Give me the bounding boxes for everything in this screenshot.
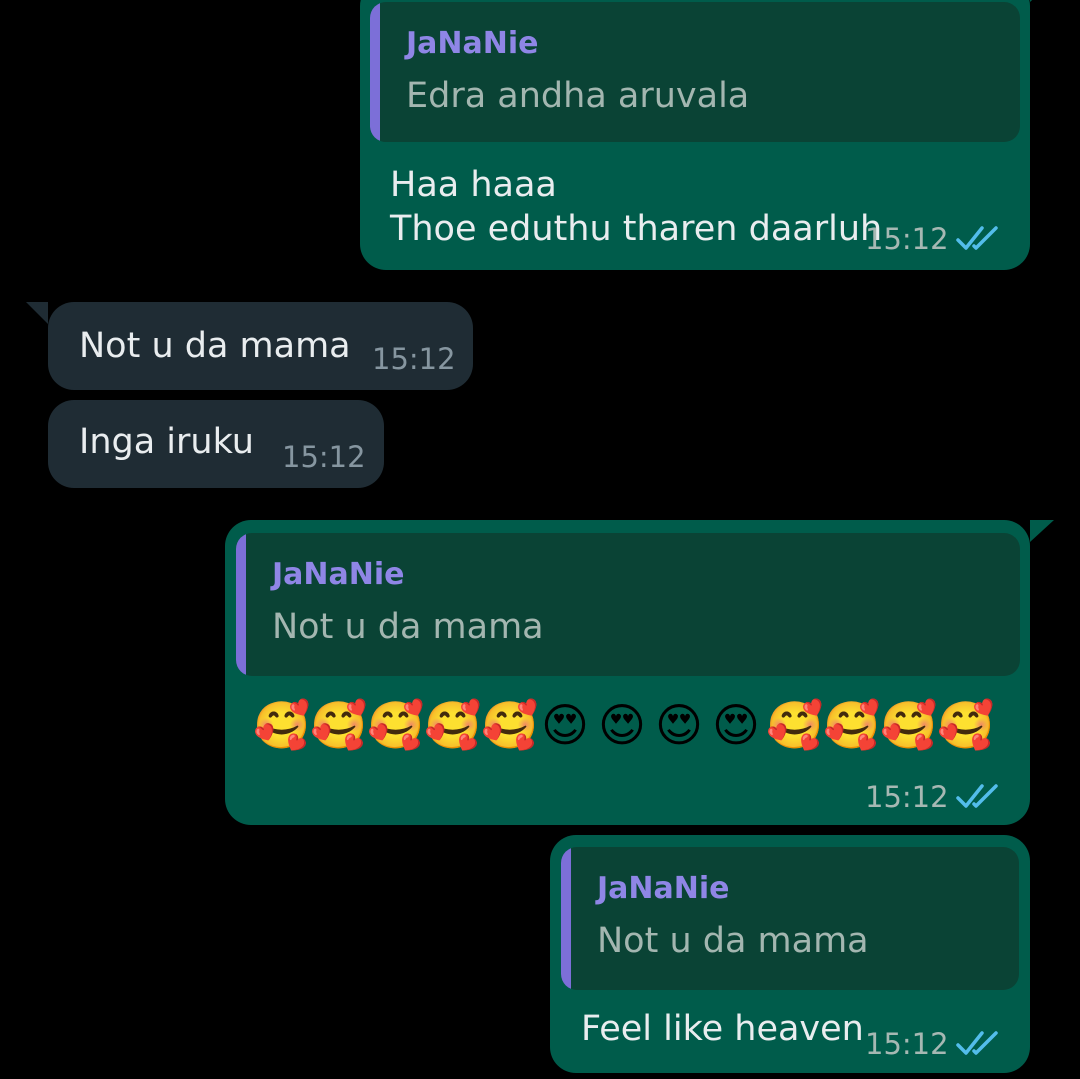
message-text: Feel like heaven (581, 1009, 864, 1049)
quoted-author: JaNaNie (597, 871, 730, 906)
message-text: Haa haaa Thoe eduthu tharen daarluh (390, 165, 883, 249)
quoted-author: JaNaNie (406, 26, 539, 61)
message-bubble-incoming[interactable]: Inga iruku 15:12 (48, 400, 384, 488)
quoted-message[interactable]: JaNaNie Edra andha aruvala (370, 2, 1020, 142)
heart-eyes-icon: 😍 (598, 698, 646, 752)
quoted-text: Not u da mama (597, 921, 869, 961)
message-time: 15:12 (282, 440, 366, 474)
message-time: 15:12 (865, 780, 949, 814)
message-bubble-outgoing[interactable]: JaNaNie Not u da mama 🥰 🥰 🥰 🥰 🥰 😍 😍 😍 😍 … (225, 520, 1054, 825)
message-text: Not u da mama (79, 326, 351, 366)
double-check-icon (956, 1031, 998, 1055)
heart-eyes-icon: 😍 (655, 698, 703, 752)
smiling-face-with-hearts-icon: 🥰 (823, 698, 881, 752)
message-time: 15:12 (865, 1027, 949, 1061)
quoted-message[interactable]: JaNaNie Not u da mama (561, 847, 1019, 990)
message-bubble-outgoing[interactable]: JaNaNie Not u da mama Feel like heaven 1… (550, 835, 1030, 1073)
emoji-row: 🥰 🥰 🥰 🥰 🥰 😍 😍 😍 😍 🥰 🥰 🥰 🥰 (253, 698, 995, 752)
quote-accent-bar (370, 2, 380, 142)
message-bubble-outgoing[interactable]: JaNaNie Edra andha aruvala Haa haaa Thoe… (360, 0, 1054, 270)
smiling-face-with-hearts-icon: 🥰 (253, 698, 311, 752)
quoted-author: JaNaNie (272, 557, 405, 592)
heart-eyes-icon: 😍 (541, 698, 589, 752)
smiling-face-with-hearts-icon: 🥰 (424, 698, 482, 752)
message-bubble-incoming[interactable]: Not u da mama 15:12 (26, 302, 473, 390)
quote-accent-bar (236, 533, 246, 676)
quote-accent-bar (561, 847, 571, 990)
double-check-icon (956, 784, 998, 808)
message-time: 15:12 (372, 342, 456, 376)
smiling-face-with-hearts-icon: 🥰 (481, 698, 539, 752)
smiling-face-with-hearts-icon: 🥰 (766, 698, 824, 752)
smiling-face-with-hearts-icon: 🥰 (310, 698, 368, 752)
quoted-text: Not u da mama (272, 607, 544, 647)
quoted-message[interactable]: JaNaNie Not u da mama (236, 533, 1020, 676)
smiling-face-with-hearts-icon: 🥰 (367, 698, 425, 752)
smiling-face-with-hearts-icon: 🥰 (937, 698, 995, 752)
double-check-icon (956, 226, 998, 250)
quoted-text: Edra andha aruvala (406, 76, 750, 116)
heart-eyes-icon: 😍 (712, 698, 760, 752)
smiling-face-with-hearts-icon: 🥰 (880, 698, 938, 752)
message-time: 15:12 (865, 222, 949, 256)
message-text: Inga iruku (79, 422, 254, 462)
